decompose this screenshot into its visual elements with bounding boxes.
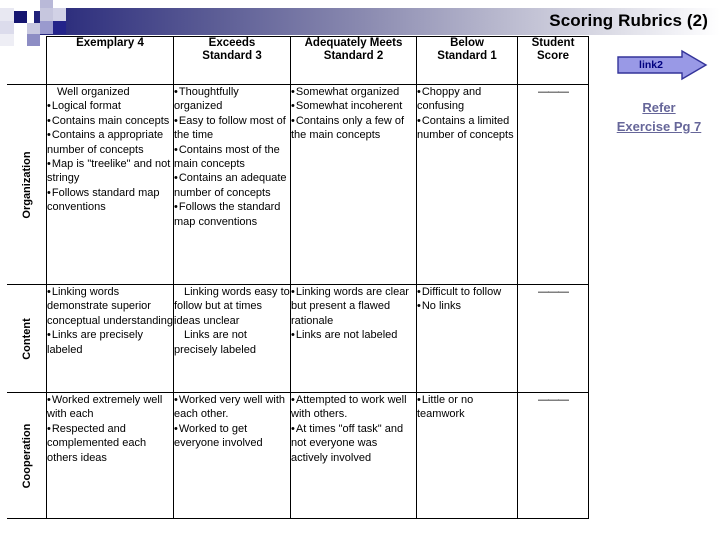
criteria-list: Difficult to follow No links [417,285,517,314]
list-item: Follows standard map conventions [47,186,173,215]
deco-square-navy [14,11,27,23]
list-item: Respected and complemented each others i… [47,422,173,465]
list-item: Somewhat organized [291,85,416,99]
cell-content-adequate: Linking words are clear but present a fl… [290,284,417,393]
score-placeholder: ——— [538,86,569,98]
refer-exercise-link[interactable]: Refer Exercise Pg 7 [600,98,718,136]
list-item: Logical format [47,99,173,113]
list-item: At times "off task" and not everyone was… [291,422,416,465]
column-header-adequately-meets-standard-2: Adequately Meets Standard 2 [290,36,417,85]
criteria-list: Well organized Logical format Contains m… [47,85,173,215]
table-row: Content Linking words demonstrate superi… [7,284,589,393]
list-item: Contains most of the main concepts [174,143,290,172]
scoring-rubric-table: Exemplary 4 Exceeds Standard 3 Adequately… [7,36,589,519]
list-item: Attempted to work well with others. [291,393,416,422]
cell-content-exemplary: Linking words demonstrate superior conce… [46,284,174,393]
list-item: Linking words easy to follow but at time… [174,286,290,327]
cell-organization-exceeds: Thoughtfully organized Easy to follow mo… [173,84,291,285]
list-item: Worked to get everyone involved [174,422,290,451]
criteria-list: Somewhat organized Somewhat incoherent C… [291,85,416,143]
link2-arrow-button[interactable]: link2 [616,49,708,81]
score-placeholder: ——— [538,286,569,298]
criteria-list: Choppy and confusing Contains a limited … [417,85,517,143]
cell-cooperation-adequate: Attempted to work well with others. At t… [290,392,417,519]
row-label-cell-cooperation: Cooperation [7,392,47,519]
cell-organization-exemplary: Well organized Logical format Contains m… [46,84,174,285]
score-placeholder: ——— [538,394,569,406]
cell-cooperation-student-score[interactable]: ——— [517,392,589,519]
table-row: Cooperation Worked extremely well with e… [7,392,589,519]
criteria-list: Linking words demonstrate superior conce… [47,285,173,357]
row-label-text: Organization [20,150,33,219]
criteria-list: Linking words are clear but present a fl… [291,285,416,343]
column-header-exemplary-4: Exemplary 4 [46,36,174,85]
cell-cooperation-exemplary: Worked extremely well with each Respecte… [46,392,174,519]
cell-content-student-score[interactable]: ——— [517,284,589,393]
list-item: Well organized [57,86,130,98]
list-item: Links are not labeled [291,328,416,342]
cell-content-exceeds: Linking words easy to follow but at time… [173,284,291,393]
criteria-list: Attempted to work well with others. At t… [291,393,416,465]
list-item: Linking words are clear but present a fl… [291,285,416,328]
deco-square-light-1 [27,0,40,11]
list-item: Contains an adequate number of concepts [174,171,290,200]
criteria-list: Linking words easy to follow but at time… [174,285,290,357]
page-title: Scoring Rubrics (2) [549,11,708,30]
list-item: Follows the standard map conventions [174,200,290,229]
deco-square-pale-2 [0,21,14,34]
deco-square-mid-5 [40,21,53,34]
list-item: Worked extremely well with each [47,393,173,422]
list-item: Little or no teamwork [417,393,517,422]
deco-square-light-2 [53,8,66,21]
list-item: Thoughtfully organized [174,85,290,114]
refer-link-line2[interactable]: Exercise Pg 7 [617,119,702,134]
deco-square-navy-2 [53,21,66,34]
column-header-exceeds-standard-3: Exceeds Standard 3 [173,36,291,85]
row-label-text: Content [20,317,33,360]
refer-link-line1[interactable]: Refer [642,100,675,115]
deco-square-mid-1 [27,23,40,34]
cell-organization-student-score[interactable]: ——— [517,84,589,285]
list-item: Contains a limited number of concepts [417,114,517,143]
deco-square-mid-4 [40,8,53,21]
deco-square-mid-3 [40,0,53,8]
row-label-text: Cooperation [20,423,33,488]
row-label-cell-content: Content [7,284,47,393]
deco-square-pale-1 [0,8,14,21]
column-header-student-score: Student Score [517,36,589,85]
list-item: Contains a appropriate number of concept… [47,128,173,157]
row-label-cell-organization: Organization [7,84,47,285]
criteria-list: Thoughtfully organized Easy to follow mo… [174,85,290,229]
list-item: Easy to follow most of the time [174,114,290,143]
criteria-list: Little or no teamwork [417,393,517,422]
cell-content-below: Difficult to follow No links [416,284,518,393]
header-corner-cell [7,36,47,85]
column-header-label: Exemplary 4 [76,37,144,49]
list-item: Difficult to follow [417,285,517,299]
cell-cooperation-exceeds: Worked very well with each other. Worked… [173,392,291,519]
list-item: Worked very well with each other. [174,393,290,422]
criteria-list: Worked very well with each other. Worked… [174,393,290,451]
cell-cooperation-below: Little or no teamwork [416,392,518,519]
list-item: Contains only a few of the main concepts [291,114,416,143]
list-item: Choppy and confusing [417,85,517,114]
list-item: No links [417,299,517,313]
list-item: Linking words demonstrate superior conce… [47,285,173,328]
right-arrow-icon [617,49,708,81]
list-item: Links are not precisely labeled [174,329,256,356]
list-item: Links are precisely labeled [47,328,173,357]
list-item: Contains main concepts [47,114,173,128]
criteria-list: Worked extremely well with each Respecte… [47,393,173,465]
table-header-row: Exemplary 4 Exceeds Standard 3 Adequately… [7,36,589,85]
column-header-below-standard-1: Below Standard 1 [416,36,518,85]
table-row: Organization Well organized Logical form… [7,84,589,285]
cell-organization-adequate: Somewhat organized Somewhat incoherent C… [290,84,417,285]
cell-organization-below: Choppy and confusing Contains a limited … [416,84,518,285]
list-item: Map is "treelike" and not stringy [47,157,173,186]
list-item: Somewhat incoherent [291,99,416,113]
